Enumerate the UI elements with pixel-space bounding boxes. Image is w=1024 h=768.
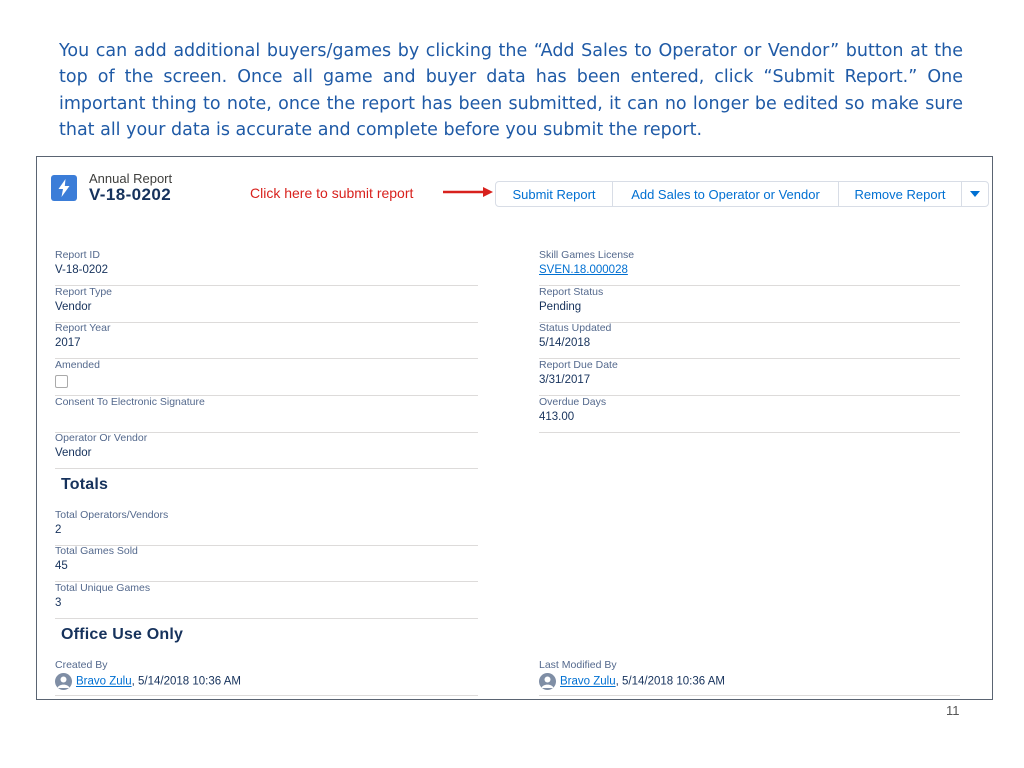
submit-callout-text: Click here to submit report — [250, 185, 414, 201]
modified-date-text: , 5/14/2018 10:36 AM — [615, 675, 725, 688]
action-button-group: Submit Report Add Sales to Operator or V… — [495, 181, 989, 207]
field-label: Consent To Electronic Signature — [55, 396, 205, 408]
record-name-title: V-18-0202 — [89, 185, 172, 204]
field-skill-games-license: Skill Games License SVEN.18.000028 — [539, 249, 960, 286]
field-label: Status Updated — [539, 322, 612, 334]
avatar-icon — [539, 673, 556, 690]
field-total-unique-games: Total Unique Games 3 — [55, 582, 478, 619]
slide-page-number: 11 — [946, 703, 960, 718]
field-overdue-days: Overdue Days 413.00 — [539, 396, 960, 433]
field-total-operators: Total Operators/Vendors 2 — [55, 509, 478, 546]
field-label: Created By — [55, 659, 108, 671]
field-label: Report Year — [55, 322, 111, 334]
instruction-paragraph: You can add additional buyers/games by c… — [59, 41, 963, 140]
more-actions-button[interactable] — [962, 182, 988, 206]
field-label: Report Due Date — [539, 359, 618, 371]
lightning-icon — [51, 175, 77, 201]
created-date-text: , 5/14/2018 10:36 AM — [131, 675, 241, 688]
field-status-updated: Status Updated 5/14/2018 — [539, 322, 960, 359]
created-by-value: Bravo Zulu, 5/14/2018 10:36 AM — [55, 673, 478, 690]
field-value: V-18-0202 — [55, 264, 109, 276]
section-title-totals: Totals — [61, 476, 109, 493]
modified-by-value: Bravo Zulu, 5/14/2018 10:36 AM — [539, 673, 960, 690]
field-value: 3/31/2017 — [539, 374, 591, 386]
field-operator-or-vendor: Operator Or Vendor Vendor — [55, 432, 478, 469]
red-arrow-icon — [443, 187, 493, 197]
field-label: Total Games Sold — [55, 545, 138, 557]
field-consent-signature: Consent To Electronic Signature — [55, 396, 478, 433]
chevron-down-icon — [970, 191, 980, 197]
field-label: Skill Games License — [539, 249, 635, 261]
field-value: Vendor — [55, 447, 92, 459]
field-label: Amended — [55, 359, 100, 371]
field-label: Overdue Days — [539, 396, 607, 408]
avatar-icon — [55, 673, 72, 690]
field-amended: Amended — [55, 359, 478, 396]
field-report-due-date: Report Due Date 3/31/2017 — [539, 359, 960, 396]
report-record-panel: Annual Report V-18-0202 Click here to su… — [36, 156, 993, 700]
field-report-status: Report Status Pending — [539, 286, 960, 323]
amended-checkbox[interactable] — [55, 375, 68, 388]
field-last-modified-by: Last Modified By Bravo Zulu, 5/14/2018 1… — [539, 659, 960, 696]
submit-report-button[interactable]: Submit Report — [496, 182, 613, 206]
field-value: 5/14/2018 — [539, 337, 591, 349]
field-label: Total Operators/Vendors — [55, 509, 169, 521]
modified-by-user-link[interactable]: Bravo Zulu — [560, 676, 616, 688]
field-created-by: Created By Bravo Zulu, 5/14/2018 10:36 A… — [55, 659, 478, 696]
record-type-label: Annual Report — [89, 171, 173, 186]
field-value: 45 — [55, 560, 68, 572]
add-sales-button[interactable]: Add Sales to Operator or Vendor — [613, 182, 839, 206]
field-value: Pending — [539, 301, 582, 313]
remove-report-button[interactable]: Remove Report — [839, 182, 962, 206]
field-label: Report ID — [55, 249, 100, 261]
field-report-type: Report Type Vendor — [55, 286, 478, 323]
license-link[interactable]: SVEN.18.000028 — [539, 263, 960, 277]
field-value: 2 — [55, 524, 62, 536]
field-label: Report Status — [539, 286, 604, 298]
created-by-user-link[interactable]: Bravo Zulu — [76, 676, 132, 688]
field-value: Vendor — [55, 301, 92, 313]
field-label: Last Modified By — [539, 659, 617, 671]
field-report-year: Report Year 2017 — [55, 322, 478, 359]
field-label: Report Type — [55, 286, 113, 298]
field-label: Total Unique Games — [55, 582, 151, 594]
field-label: Operator Or Vendor — [55, 432, 148, 444]
field-value: 2017 — [55, 337, 81, 349]
field-value: 3 — [55, 597, 62, 609]
field-total-games-sold: Total Games Sold 45 — [55, 545, 478, 582]
section-title-office-use: Office Use Only — [61, 626, 184, 643]
field-report-id: Report ID V-18-0202 — [55, 249, 478, 286]
field-value: 413.00 — [539, 411, 575, 423]
